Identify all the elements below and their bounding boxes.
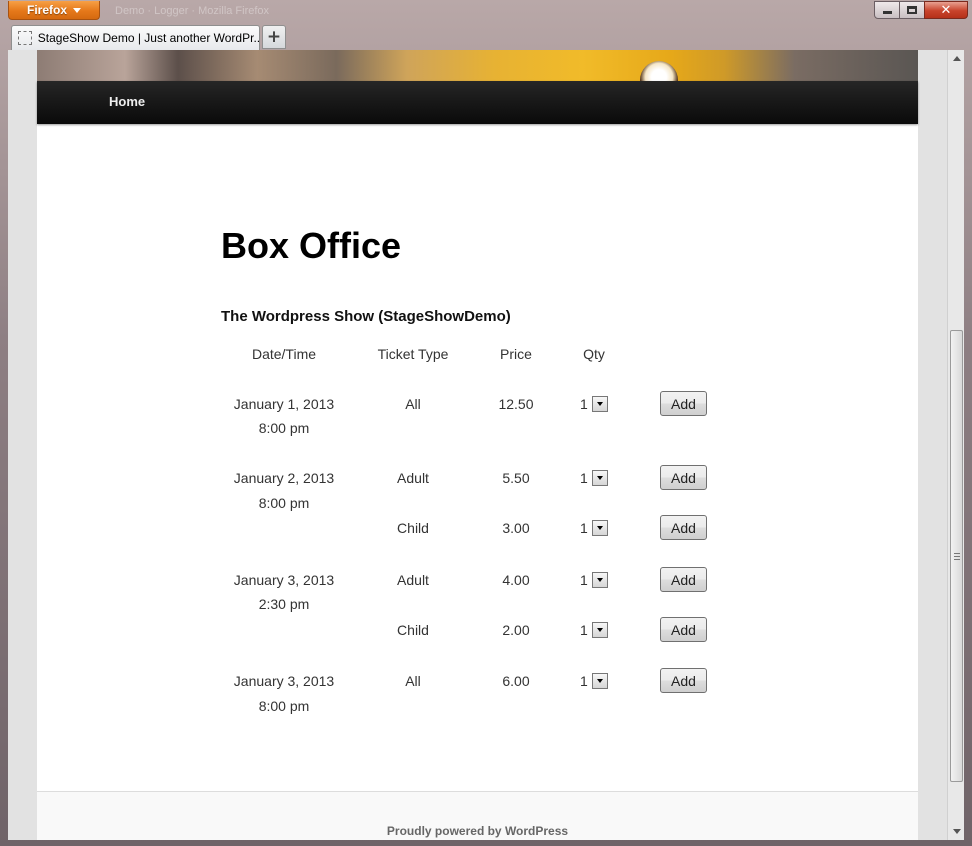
column-header-price: Price (500, 346, 532, 362)
quantity-value: 1 (580, 673, 588, 689)
header-image-lamp (640, 61, 678, 81)
row-price: 4.00 (502, 572, 530, 588)
quantity-select[interactable]: 1 (580, 395, 608, 413)
add-button[interactable]: Add (660, 567, 707, 592)
footer-powered-by-link[interactable]: Proudly powered by WordPress (37, 824, 918, 838)
dropdown-arrow-icon[interactable] (592, 622, 608, 638)
column-header-qty: Qty (583, 346, 605, 362)
scroll-up-button[interactable] (948, 50, 965, 67)
row-price: 3.00 (502, 520, 530, 536)
show-title: The Wordpress Show (StageShowDemo) (221, 308, 511, 325)
row-date: January 3, 2013 (233, 572, 335, 588)
dropdown-caret-icon (73, 7, 81, 13)
dropdown-arrow-icon[interactable] (592, 396, 608, 412)
scrollbar-thumb[interactable] (950, 330, 963, 782)
vertical-scrollbar[interactable] (947, 50, 964, 840)
page-favicon-icon (18, 31, 32, 45)
page-viewport: Home Box Office The Wordpress Show (Stag… (8, 50, 947, 840)
column-header-ticket-type: Ticket Type (377, 346, 449, 362)
quantity-value: 1 (580, 470, 588, 486)
add-button[interactable]: Add (660, 668, 707, 693)
site-page: Home Box Office The Wordpress Show (Stag… (37, 50, 918, 840)
row-time: 2:30 pm (258, 596, 310, 612)
maximize-button[interactable] (899, 1, 925, 19)
quantity-value: 1 (580, 396, 588, 412)
close-button[interactable]: ✕ (924, 1, 968, 19)
new-tab-button[interactable]: + (262, 25, 286, 49)
row-date: January 2, 2013 (233, 470, 335, 486)
row-price: 2.00 (502, 622, 530, 638)
scroll-down-button[interactable] (948, 823, 965, 840)
row-price: 12.50 (498, 396, 534, 412)
row-price: 5.50 (502, 470, 530, 486)
maximize-icon (907, 6, 917, 14)
browser-window: Firefox Demo · Logger · Mozilla Firefox … (0, 0, 972, 846)
row-ticket-type: Child (397, 520, 429, 536)
row-ticket-type: Child (397, 622, 429, 638)
arrow-up-icon (952, 56, 961, 61)
firefox-menu-button[interactable]: Firefox (8, 1, 100, 20)
add-button[interactable]: Add (660, 515, 707, 540)
row-date: January 1, 2013 (233, 396, 335, 412)
title-bar: Firefox Demo · Logger · Mozilla Firefox … (0, 0, 972, 50)
column-header-date: Date/Time (251, 346, 317, 362)
header-image (37, 50, 918, 81)
quantity-select[interactable]: 1 (580, 571, 608, 589)
row-ticket-type: Adult (397, 572, 429, 588)
window-title: Demo · Logger · Mozilla Firefox (115, 5, 270, 17)
quantity-select[interactable]: 1 (580, 519, 608, 537)
dropdown-arrow-icon[interactable] (592, 470, 608, 486)
dropdown-arrow-icon[interactable] (592, 572, 608, 588)
dropdown-arrow-icon[interactable] (592, 673, 608, 689)
add-button[interactable]: Add (660, 465, 707, 490)
quantity-value: 1 (580, 572, 588, 588)
row-date: January 3, 2013 (233, 673, 335, 689)
row-price: 6.00 (502, 673, 530, 689)
firefox-menu-label: Firefox (26, 3, 67, 17)
tab-stageshow-demo[interactable]: StageShow Demo | Just another WordPr... (11, 25, 260, 50)
row-ticket-type: Adult (397, 470, 429, 486)
quantity-value: 1 (580, 622, 588, 638)
page-title: Box Office (221, 225, 402, 266)
row-time: 8:00 pm (258, 495, 310, 511)
tab-label: StageShow Demo | Just another WordPr... (37, 31, 259, 45)
minimize-icon (882, 11, 892, 14)
add-button[interactable]: Add (660, 617, 707, 642)
arrow-down-icon (952, 829, 961, 834)
quantity-select[interactable]: 1 (580, 672, 608, 690)
quantity-select[interactable]: 1 (580, 621, 608, 639)
close-icon: ✕ (940, 2, 952, 18)
dropdown-arrow-icon[interactable] (592, 520, 608, 536)
main-navigation: Home (37, 81, 918, 124)
grip-icon (953, 552, 960, 560)
row-time: 8:00 pm (258, 420, 310, 436)
row-ticket-type: All (405, 673, 421, 689)
row-ticket-type: All (405, 396, 421, 412)
row-time: 8:00 pm (258, 698, 310, 714)
quantity-value: 1 (580, 520, 588, 536)
add-button[interactable]: Add (660, 391, 707, 416)
minimize-button[interactable] (874, 1, 900, 19)
window-controls: ✕ (874, 1, 968, 19)
nav-home-link[interactable]: Home (109, 94, 145, 109)
quantity-select[interactable]: 1 (580, 469, 608, 487)
